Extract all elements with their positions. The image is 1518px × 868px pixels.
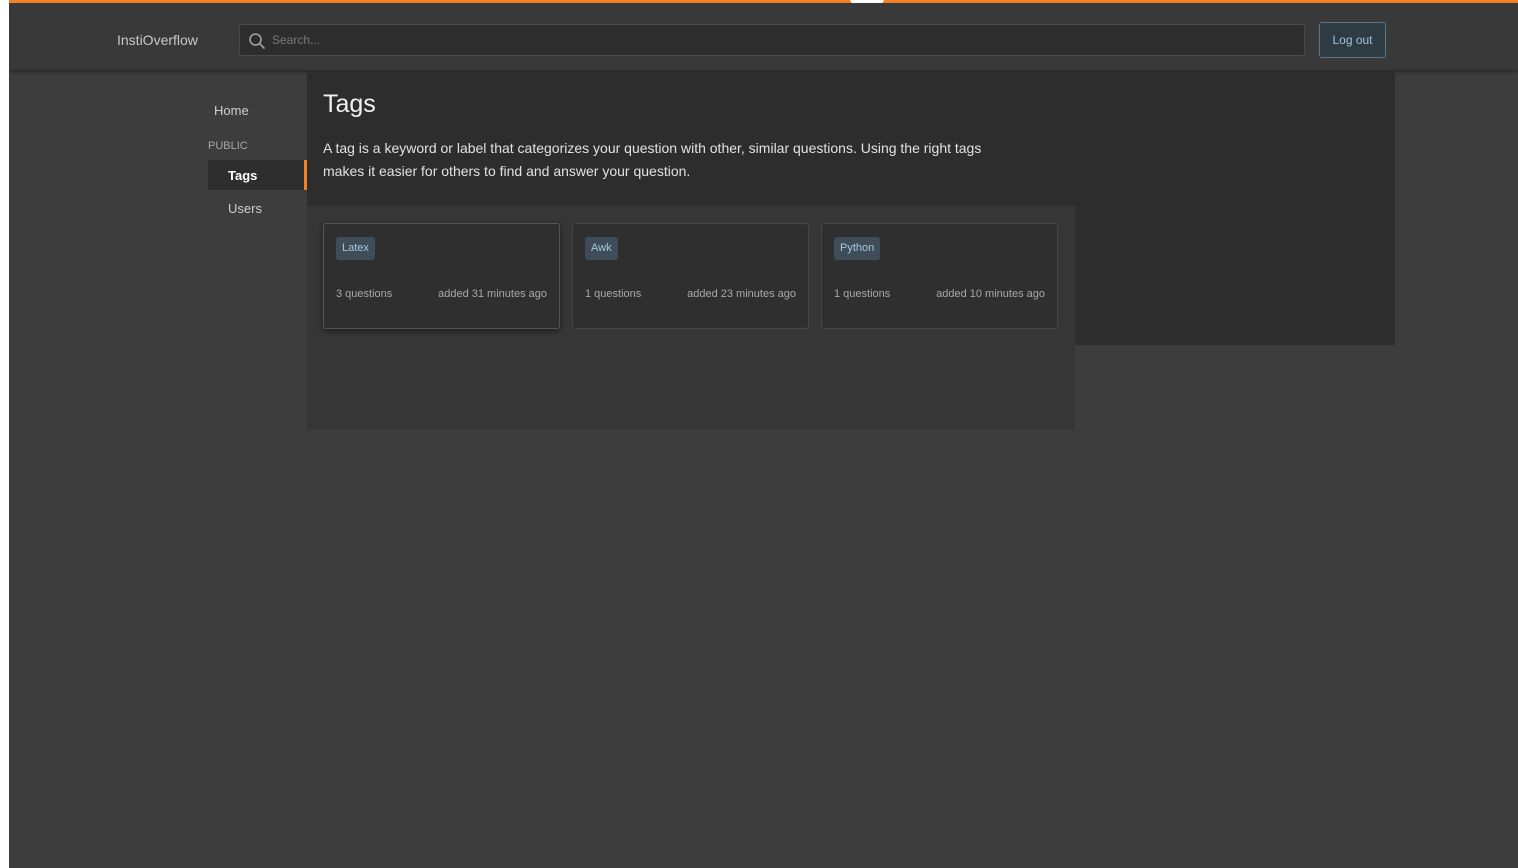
- nav-section-label: PUBLIC: [208, 140, 248, 152]
- app-window: InstiOverflow Log out Home PUBLIC Tags U…: [9, 0, 1518, 868]
- search-input[interactable]: [272, 25, 1292, 55]
- tag-added-time: added 23 minutes ago: [687, 288, 796, 300]
- app-logo[interactable]: InstiOverflow: [117, 32, 198, 48]
- tag-card[interactable]: Latex 3 questions added 31 minutes ago: [323, 223, 560, 329]
- sidebar-item-users[interactable]: Users: [228, 201, 262, 216]
- tag-added-time: added 31 minutes ago: [438, 288, 547, 300]
- page-description: A tag is a keyword or label that categor…: [323, 140, 982, 179]
- tag-chip[interactable]: Latex: [336, 237, 375, 260]
- tag-question-count: 1 questions: [834, 288, 891, 300]
- tag-chip[interactable]: Python: [834, 237, 881, 260]
- nav-home[interactable]: Home: [214, 103, 249, 118]
- search-bar[interactable]: [239, 24, 1305, 56]
- tag-chip[interactable]: Awk: [585, 237, 618, 260]
- page-title: Tags: [323, 90, 376, 118]
- tag-card[interactable]: Awk 1 questions added 23 minutes ago: [572, 223, 809, 329]
- tag-card[interactable]: Python 1 questions added 10 minutes ago: [821, 223, 1058, 329]
- left-sidebar: Home PUBLIC Tags Users: [208, 70, 307, 270]
- tag-added-time: added 10 minutes ago: [936, 288, 1045, 300]
- top-navbar: InstiOverflow Log out: [9, 3, 1518, 70]
- tag-question-count: 1 questions: [585, 288, 642, 300]
- tags-grid: Latex 3 questions added 31 minutes ago A…: [307, 206, 1075, 430]
- logout-button[interactable]: Log out: [1319, 22, 1386, 58]
- tag-question-count: 3 questions: [336, 288, 393, 300]
- search-icon: [249, 33, 265, 49]
- sidebar-item-tags[interactable]: Tags: [208, 160, 307, 190]
